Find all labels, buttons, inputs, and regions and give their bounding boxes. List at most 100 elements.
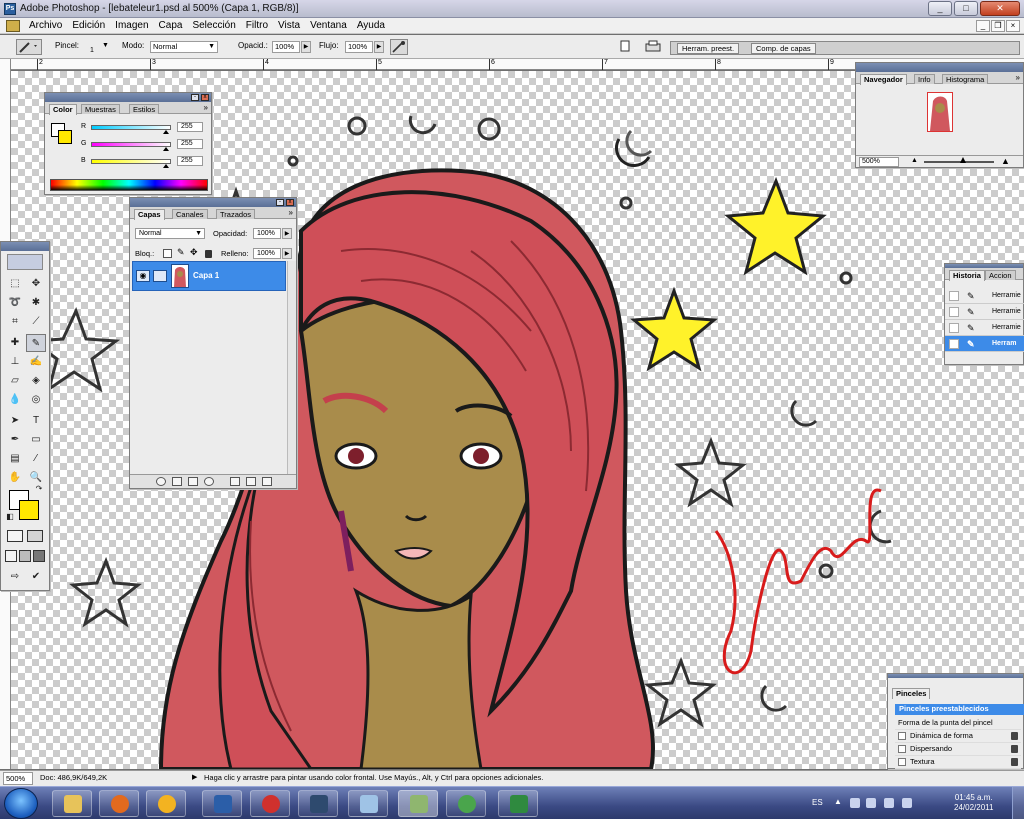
doc-restore-button[interactable]: ❐ [991, 20, 1005, 32]
slider-knob[interactable] [163, 164, 169, 168]
history-checkbox[interactable] [949, 339, 959, 349]
brush-option-checkbox[interactable] [898, 732, 906, 740]
menu-ventana[interactable]: Ventana [305, 18, 352, 34]
tab-info[interactable]: Info [914, 74, 935, 84]
zoom-slider[interactable] [924, 161, 994, 163]
brush-size[interactable]: 1 [90, 45, 94, 57]
lock-transparency-icon[interactable] [163, 249, 172, 258]
zoom-slider-knob[interactable] [960, 157, 966, 163]
lock-position-icon[interactable]: ✥ [190, 247, 198, 258]
explorer-taskbar-icon[interactable] [52, 790, 92, 817]
move-tool-icon[interactable]: ✥ [26, 275, 46, 293]
start-button[interactable] [4, 788, 38, 819]
brush-tool-icon[interactable]: ✎ [26, 334, 46, 352]
brush-dropdown-icon[interactable]: ▼ [102, 40, 109, 52]
palette-menu-icon[interactable]: » [1016, 73, 1020, 82]
channel-value[interactable]: 255 [177, 139, 203, 149]
palette-close-button[interactable]: x [286, 199, 294, 206]
layer-opacity-stepper[interactable]: ▶ [282, 228, 292, 239]
flow-input[interactable]: 100% [345, 41, 373, 53]
menu-imagen[interactable]: Imagen [110, 18, 153, 34]
tab-paths[interactable]: Trazados [216, 209, 255, 219]
eye-icon[interactable]: ◉ [136, 270, 150, 282]
menu-vista[interactable]: Vista [273, 18, 305, 34]
layers-scrollbar[interactable] [287, 261, 296, 474]
zoom-in-icon[interactable]: ▲ [1001, 156, 1010, 166]
palette-menu-icon[interactable]: » [289, 208, 293, 217]
channel-slider[interactable] [91, 159, 171, 164]
doc-close-button[interactable]: × [1006, 20, 1020, 32]
tab-swatches[interactable]: Muestras [81, 104, 120, 114]
type-tool-icon[interactable]: T [26, 412, 46, 430]
menu-seleccion[interactable]: Selección [187, 18, 240, 34]
background-swatch[interactable] [58, 130, 72, 144]
feather-logo-icon[interactable] [7, 254, 43, 270]
layer-style-icon[interactable] [172, 477, 182, 486]
tab-navigator[interactable]: Navegador [860, 74, 907, 85]
layer-opacity-input[interactable]: 100% [253, 228, 281, 239]
tab-styles[interactable]: Estilos [129, 104, 160, 114]
brush-tool-preset-button[interactable] [16, 39, 42, 55]
history-checkbox[interactable] [949, 323, 959, 333]
brushes-toggle-icon[interactable] [644, 39, 664, 55]
window-taskbar-icon[interactable] [348, 790, 388, 817]
dodge-tool-icon[interactable]: ◎ [26, 391, 46, 409]
menu-archivo[interactable]: Archivo [24, 18, 67, 34]
brush-option-checkbox[interactable] [898, 745, 906, 753]
edit-in-imageready-icon[interactable]: ✔ [26, 568, 46, 586]
history-item-selected[interactable]: ✎ Herram [945, 336, 1024, 352]
fill-input[interactable]: 100% [253, 248, 281, 259]
doc-minimize-button[interactable]: _ [976, 20, 990, 32]
screen-mode-standard-icon[interactable] [5, 550, 17, 562]
navigator-preview[interactable] [927, 92, 953, 132]
channel-b[interactable]: B 255 [81, 156, 209, 168]
magic-wand-tool-icon[interactable]: ✱ [26, 294, 46, 312]
close-button[interactable]: ✕ [980, 1, 1020, 16]
trash-icon[interactable] [262, 477, 272, 486]
tab-history[interactable]: Historia [949, 270, 985, 281]
excel-taskbar-icon[interactable] [498, 790, 538, 817]
channel-r[interactable]: R 255 [81, 122, 209, 134]
mode-select[interactable]: Normal ▼ [150, 41, 218, 53]
fill-stepper[interactable]: ▶ [282, 248, 292, 259]
flag-icon[interactable] [850, 798, 860, 808]
menu-filtro[interactable]: Filtro [241, 18, 273, 34]
word-taskbar-icon[interactable] [202, 790, 242, 817]
firefox-taskbar-icon[interactable] [99, 790, 139, 817]
minimize-button[interactable]: _ [928, 1, 952, 16]
channel-value[interactable]: 255 [177, 156, 203, 166]
layer-row[interactable]: ◉ Capa 1 [132, 261, 286, 291]
opacity-stepper[interactable]: ▶ [301, 41, 311, 53]
media-player-taskbar-icon[interactable] [250, 790, 290, 817]
adjustment-layer-icon[interactable] [204, 477, 214, 486]
history-item[interactable]: ✎ Herramie [945, 320, 1024, 336]
brush-presets-header[interactable]: Pinceles preestablecidos [895, 704, 1024, 715]
healing-brush-tool-icon[interactable]: ✚ [5, 334, 25, 352]
photoshop-taskbar-icon[interactable] [398, 790, 438, 817]
slider-knob[interactable] [163, 147, 169, 151]
palette-titlebar[interactable]: - x [130, 198, 296, 207]
marquee-tool-icon[interactable]: ⬚ [5, 275, 25, 293]
tab-brushes[interactable]: Pinceles [892, 688, 931, 699]
eyedropper-tool-icon[interactable]: ⁄ [26, 450, 46, 468]
layer-brush-icon[interactable] [153, 270, 167, 282]
lock-all-icon[interactable] [205, 250, 212, 258]
tab-layers[interactable]: Capas [134, 209, 165, 220]
status-arrow-icon[interactable]: ▶ [192, 771, 197, 785]
flow-stepper[interactable]: ▶ [374, 41, 384, 53]
blend-mode-select[interactable]: Normal ▼ [135, 228, 205, 239]
tab-actions[interactable]: Accion [985, 270, 1016, 280]
brush-option-texture[interactable]: Textura [895, 756, 1021, 769]
monitor-taskbar-icon[interactable] [298, 790, 338, 817]
hand-tool-icon[interactable]: ✋ [5, 469, 25, 487]
media-taskbar-icon[interactable] [146, 790, 186, 817]
history-item[interactable]: ✎ Herramie [945, 288, 1024, 304]
opacity-input[interactable]: 100% [272, 41, 300, 53]
eraser-tool-icon[interactable]: ▱ [5, 372, 25, 390]
tab-channels[interactable]: Canales [172, 209, 208, 219]
maximize-button[interactable]: □ [954, 1, 978, 16]
channel-g[interactable]: G 255 [81, 139, 209, 151]
toolbox-titlebar[interactable] [1, 242, 49, 251]
slider-knob[interactable] [163, 130, 169, 134]
layer-mask-icon[interactable] [188, 477, 198, 486]
